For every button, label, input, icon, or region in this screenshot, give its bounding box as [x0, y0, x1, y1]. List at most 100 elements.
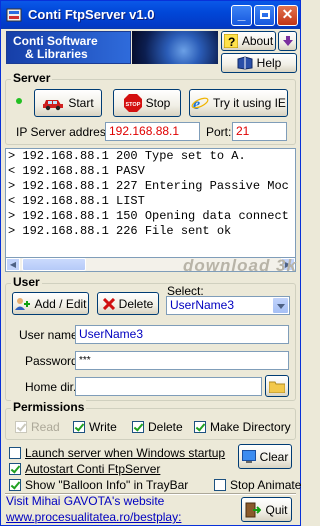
launch-startup-checkbox[interactable]: Launch server when Windows startup	[9, 446, 225, 460]
about-label: About	[241, 34, 274, 48]
permission-label: Make Directory	[210, 420, 291, 434]
password-field[interactable]: ***	[75, 351, 289, 370]
close-button[interactable]: ✕	[277, 5, 298, 26]
balloon-info-box[interactable]	[9, 479, 21, 491]
stop-animate-box[interactable]	[214, 479, 226, 491]
minimize-button[interactable]: _	[231, 5, 252, 26]
permission-box[interactable]	[132, 421, 144, 433]
permission-box[interactable]	[194, 421, 206, 433]
user-group-title: User	[11, 275, 42, 289]
clear-log-button[interactable]: Clear	[238, 444, 292, 469]
quit-button[interactable]: Quit	[241, 497, 292, 522]
stop-label: Stop	[145, 96, 171, 110]
permissions-group-title: Permissions	[11, 400, 87, 414]
download-watermark: download 3k	[183, 256, 297, 275]
launch-startup-box[interactable]	[9, 447, 21, 459]
svg-text:STOP: STOP	[125, 102, 140, 108]
server-status-indicator	[16, 98, 22, 104]
add-edit-label: Add / Edit	[34, 296, 87, 311]
log-line: > 192.168.88.1 227 Entering Passive Moc	[8, 179, 289, 193]
scroll-thumb[interactable]	[22, 258, 86, 271]
server-log[interactable]: > 192.168.88.1 200 Type set to A. < 192.1…	[5, 148, 296, 258]
home-dir-label: Home dir.:	[25, 380, 80, 394]
permission-read-checkbox: Read	[15, 420, 60, 434]
log-line: > 192.168.88.1 226 File sent ok	[8, 224, 232, 238]
question-icon: ?	[223, 34, 238, 48]
add-edit-button[interactable]: Add / Edit	[12, 292, 89, 315]
delete-label: Delete	[118, 296, 154, 311]
ip-address-field[interactable]: 192.168.88.1	[105, 122, 200, 141]
log-line: > 192.168.88.1 150 Opening data connect	[8, 209, 289, 223]
minimize-icon: _	[237, 6, 246, 22]
svg-text:e: e	[193, 96, 200, 112]
folder-icon	[269, 381, 285, 393]
window-title: Conti FtpServer v1.0	[28, 7, 155, 22]
clear-label: Clear	[259, 449, 289, 464]
about-button[interactable]: ? About	[221, 31, 276, 51]
permission-label: Read	[31, 420, 60, 434]
start-button[interactable]: Start	[34, 89, 102, 117]
title-bar[interactable]: Conti FtpServer v1.0 _ ✕	[1, 1, 300, 29]
permission-delete-checkbox[interactable]: Delete	[132, 420, 183, 434]
permission-box[interactable]	[73, 421, 85, 433]
maximize-icon	[259, 10, 270, 19]
website-link[interactable]: www.procesualitatea.ro/bestplay:	[6, 510, 181, 524]
selected-user-text: UserName3	[170, 298, 235, 312]
username-label: User name:	[19, 328, 82, 342]
stop-sign-icon: STOP	[123, 94, 142, 112]
app-window: Conti FtpServer v1.0 _ ✕ Conti Software …	[0, 0, 301, 526]
port-field[interactable]: 21	[232, 122, 287, 141]
scroll-left-icon[interactable]: ◀	[6, 258, 20, 271]
clear-screen-icon	[241, 449, 256, 463]
globe-image	[132, 31, 218, 64]
ip-address-label: IP Server address:	[16, 125, 116, 139]
permission-make-directory-checkbox[interactable]: Make Directory	[194, 420, 291, 434]
car-icon	[43, 100, 64, 111]
password-label: Password:	[25, 354, 82, 368]
stop-animate-checkbox[interactable]: Stop Animate	[214, 478, 301, 492]
scroll-down-button[interactable]	[278, 31, 297, 51]
visit-website-label: Visit Mihai GAVOTA's website	[6, 494, 165, 508]
server-group-title: Server	[11, 71, 53, 85]
log-line: > 192.168.88.1 200 Type set to A.	[8, 149, 246, 163]
dropdown-arrow-icon[interactable]	[272, 297, 289, 314]
internet-explorer-icon: e	[191, 96, 209, 112]
logo-banner: Conti Software & Libraries	[6, 31, 131, 64]
browse-folder-button[interactable]	[265, 375, 289, 397]
permission-write-checkbox[interactable]: Write	[73, 420, 117, 434]
permission-label: Delete	[148, 420, 183, 434]
start-label: Start	[68, 96, 94, 110]
home-dir-field[interactable]	[75, 377, 262, 396]
permission-label: Write	[89, 420, 117, 434]
log-line: < 192.168.88.1 PASV	[8, 164, 145, 178]
autostart-label: Autostart Conti FtpServer	[25, 462, 161, 476]
close-icon: ✕	[281, 6, 294, 22]
arrow-down-icon	[282, 36, 293, 46]
try-ie-button[interactable]: e Try it using IE	[189, 89, 288, 117]
delete-user-button[interactable]: Delete	[97, 292, 159, 315]
try-ie-label: Try it using IE	[213, 96, 286, 110]
stop-button[interactable]: STOP Stop	[113, 89, 181, 117]
autostart-box[interactable]	[9, 463, 21, 475]
maximize-button[interactable]	[254, 5, 275, 26]
exit-door-icon	[245, 502, 262, 517]
book-icon	[237, 56, 253, 70]
stop-animate-label: Stop Animate	[230, 478, 302, 492]
port-label: Port:	[206, 125, 232, 139]
banner-line-2: & Libraries	[25, 47, 88, 61]
svg-text:?: ?	[228, 35, 235, 48]
app-icon	[6, 8, 22, 22]
log-line: < 192.168.88.1 LIST	[8, 194, 145, 208]
add-user-icon	[15, 297, 31, 310]
balloon-info-checkbox[interactable]: Show "Balloon Info" in TrayBar	[9, 478, 188, 492]
quit-label: Quit	[265, 502, 288, 517]
user-select-dropdown[interactable]: UserName3	[166, 296, 290, 315]
help-label: Help	[256, 56, 282, 70]
autostart-checkbox[interactable]: Autostart Conti FtpServer	[9, 462, 160, 476]
launch-startup-label: Launch server when Windows startup	[25, 446, 226, 460]
balloon-info-label: Show "Balloon Info" in TrayBar	[25, 478, 189, 492]
username-field[interactable]: UserName3	[75, 325, 289, 344]
permission-box	[15, 421, 27, 433]
help-button[interactable]: Help	[221, 53, 297, 73]
red-x-icon	[102, 297, 115, 310]
